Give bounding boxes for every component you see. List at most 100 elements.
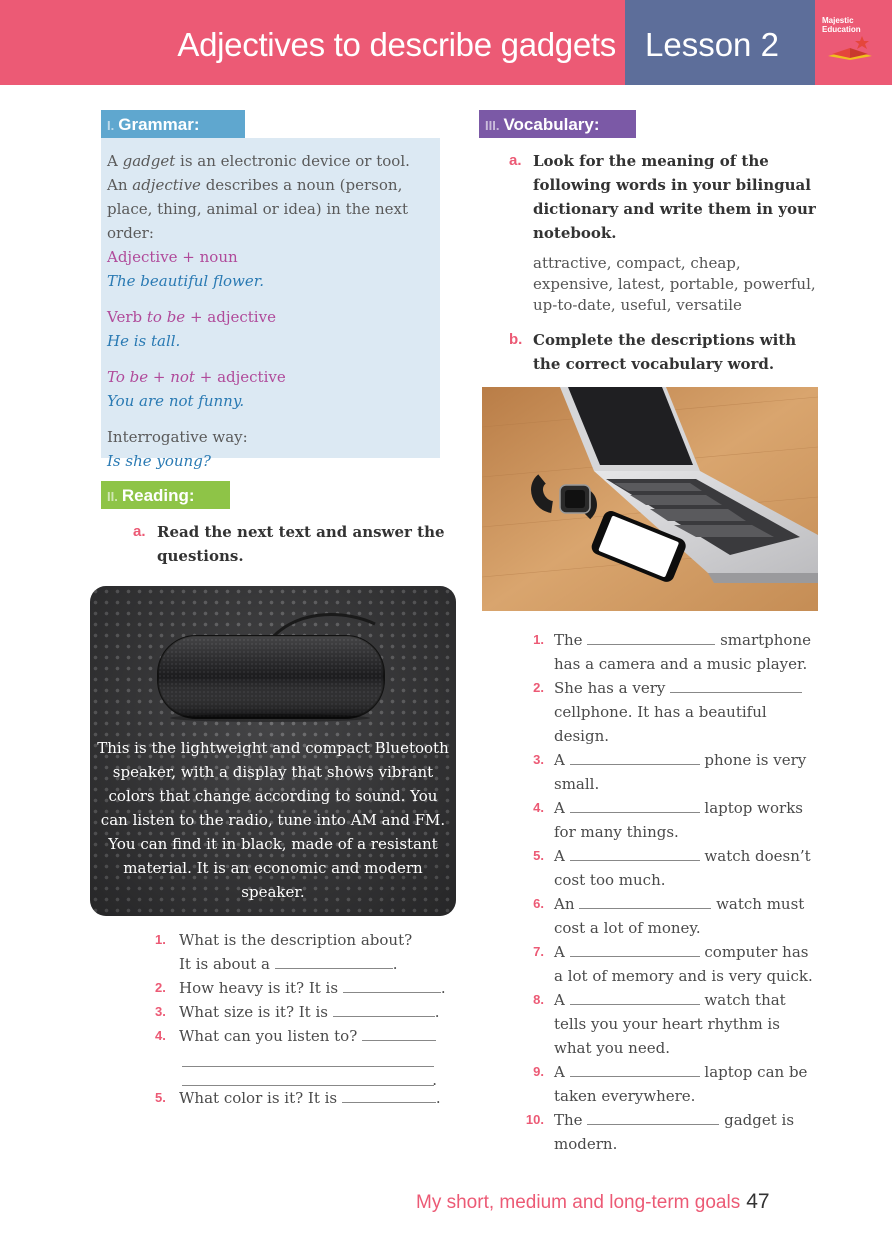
item-text: A	[554, 751, 565, 769]
answer-blank[interactable]	[274, 953, 393, 969]
page-footer: My short, medium and long-term goals 47	[416, 1190, 770, 1214]
item-text: A	[554, 799, 565, 817]
vocabulary-instruction-a: a. Look for the meaning of the following…	[509, 149, 823, 245]
item-text: She has a very	[554, 679, 666, 697]
question-item: 5. What color is it? It is .	[155, 1086, 455, 1110]
text: + adjective	[185, 308, 276, 326]
answer-line[interactable]	[182, 1067, 434, 1086]
vocabulary-instruction-b: b. Complete the descriptions with the co…	[509, 328, 823, 376]
answer-blank[interactable]	[569, 845, 700, 861]
exercise-item: 3. A phone is very small.	[520, 748, 820, 796]
item-text: A	[554, 943, 565, 961]
answer-blank[interactable]	[670, 677, 803, 693]
speaker-description: This is the lightweight and compact Blue…	[97, 739, 449, 901]
lesson-label: Lesson 2	[645, 26, 779, 63]
page-title: Adjectives to describe gadgets	[177, 26, 616, 63]
logo-text-2: Education	[822, 25, 861, 34]
question-item: 1. What is the description about? It is …	[155, 928, 455, 976]
question-number: 2.	[155, 980, 166, 995]
text: to be	[146, 308, 186, 326]
text: To be	[107, 368, 149, 386]
footer-text: My short, medium and long-term goals	[416, 1192, 741, 1213]
rule-to-be-not: To be + not + adjective	[107, 365, 434, 389]
bluetooth-speaker-image	[157, 613, 385, 722]
punct: .	[440, 979, 446, 997]
answer-blank[interactable]	[569, 1061, 700, 1077]
grammar-box: A gadget is an electronic device or tool…	[101, 138, 440, 470]
vocabulary-section-tag: III. Vocabulary:	[479, 110, 636, 138]
answer-blank[interactable]	[342, 977, 441, 993]
answer-blank[interactable]	[587, 629, 716, 645]
answer-line[interactable]	[182, 1048, 434, 1067]
question-item: 2. How heavy is it? It is .	[155, 976, 455, 1000]
grammar-line-adjective: An adjective describes a noun (person, p…	[107, 173, 434, 245]
example-4: Is she young?	[107, 452, 211, 470]
text: An	[107, 176, 133, 194]
item-number: 6.	[533, 896, 544, 911]
reading-section-tag: II. Reading:	[101, 481, 230, 509]
example-1: The beautiful flower.	[107, 272, 265, 290]
answer-blank[interactable]	[569, 749, 700, 765]
item-number: 9.	[533, 1064, 544, 1079]
punct: .	[392, 955, 398, 973]
reading-number: II.	[107, 489, 118, 504]
page-number: 47	[746, 1190, 770, 1213]
vocabulary-exercise-list: 1. The smartphone has a camera and a musi…	[520, 628, 820, 1156]
exercise-item: 6. An watch must cost a lot of money.	[520, 892, 820, 940]
answer-blank[interactable]	[569, 797, 700, 813]
question-number: 3.	[155, 1004, 166, 1019]
item-number: 2.	[533, 680, 544, 695]
answer-blank[interactable]	[587, 1109, 720, 1125]
rule-adjective-noun: Adjective + noun	[107, 248, 238, 266]
answer-blank[interactable]	[569, 941, 700, 957]
reading-label: Reading:	[121, 486, 195, 505]
answer-blank[interactable]	[569, 989, 700, 1005]
answer-blank[interactable]	[341, 1087, 436, 1103]
item-text: The	[554, 631, 583, 649]
rule-verb-to-be: Verb to be + adjective	[107, 305, 434, 329]
punct: .	[435, 1089, 441, 1107]
exercise-item: 5. A watch doesn’t cost too much.	[520, 844, 820, 892]
vocabulary-number: III.	[485, 118, 500, 133]
exercise-item: 2. She has a very cellphone. It has a bea…	[520, 676, 820, 748]
answer-blank[interactable]	[579, 893, 712, 909]
instruction-text: Complete the descriptions with the corre…	[533, 331, 797, 373]
question-number: 5.	[155, 1090, 166, 1105]
instruction-letter: a.	[509, 152, 522, 169]
book-star-icon	[828, 36, 872, 60]
item-number: 10.	[525, 1112, 544, 1127]
answer-blank[interactable]	[332, 1001, 435, 1017]
question-number: 4.	[155, 1028, 166, 1043]
publisher-logo: Majestic Education	[822, 16, 884, 66]
instruction-text: Read the next text and answer the questi…	[157, 523, 445, 565]
answer-blank[interactable]	[362, 1025, 437, 1041]
example-3: You are not funny.	[107, 392, 245, 410]
text: A	[107, 152, 123, 170]
exercise-item: 7. A computer has a lot of memory and is …	[520, 940, 820, 988]
grammar-section-tag: I. Grammar:	[101, 110, 245, 138]
reading-instruction: a. Read the next text and answer the que…	[133, 520, 447, 568]
item-text: cellphone. It has a beautiful design.	[554, 703, 767, 745]
example-2: He is tall.	[107, 332, 181, 350]
question-item: 4. What can you listen to? .	[155, 1024, 455, 1089]
question-text: How heavy is it? It is	[179, 979, 339, 997]
item-number: 8.	[533, 992, 544, 1007]
text: not	[170, 368, 195, 386]
reading-questions: 1. What is the description about? It is …	[155, 928, 455, 1110]
question-item: 3. What size is it? It is .	[155, 1000, 455, 1024]
exercise-item: 4. A laptop works for many things.	[520, 796, 820, 844]
term-gadget: gadget	[122, 152, 176, 170]
exercise-item: 9. A laptop can be taken everywhere.	[520, 1060, 820, 1108]
laptop-phone-watch-photo	[482, 387, 818, 611]
item-number: 3.	[533, 752, 544, 767]
question-text: What color is it? It is	[179, 1089, 338, 1107]
text: Verb	[107, 308, 147, 326]
item-number: 1.	[533, 632, 544, 647]
question-text: What size is it? It is	[179, 1003, 328, 1021]
lesson-badge: Lesson 2	[625, 0, 815, 85]
text: is an electronic device or tool.	[175, 152, 410, 170]
speaker-card: This is the lightweight and compact Blue…	[90, 586, 456, 916]
grammar-number: I.	[107, 118, 115, 133]
exercise-item: 8. A watch that tells you your heart rhyt…	[520, 988, 820, 1060]
item-number: 4.	[533, 800, 544, 815]
